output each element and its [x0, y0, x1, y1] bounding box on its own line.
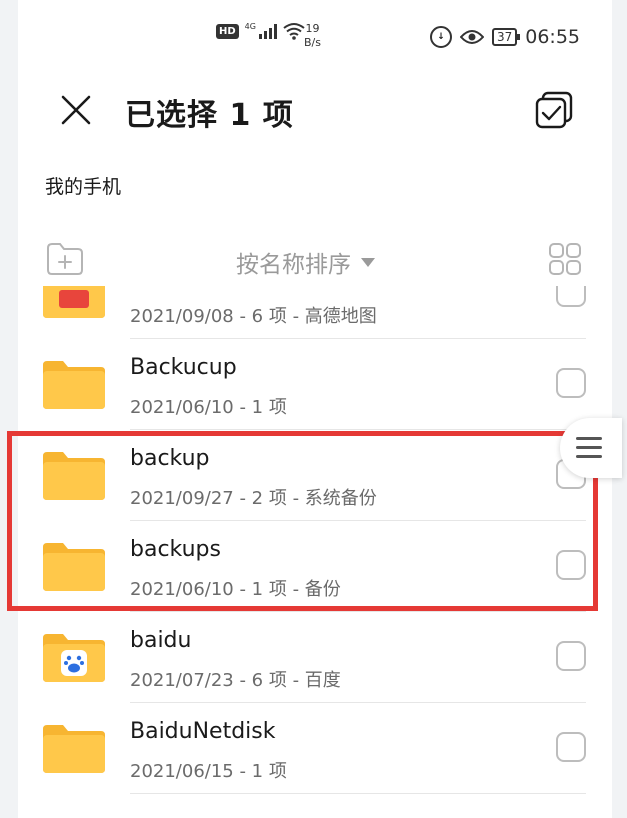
item-checkbox[interactable] — [556, 641, 586, 671]
file-meta: 2021/06/10 - 1 项 — [130, 397, 287, 418]
folder-icon — [43, 452, 105, 500]
speed-value: 19 — [305, 22, 320, 35]
list-item[interactable]: Backucup 2021/06/10 - 1 项 — [18, 339, 612, 430]
file-meta: 2021/06/10 - 1 项 - 备份 — [130, 579, 341, 600]
caret-down-icon — [361, 257, 375, 267]
list-item[interactable]: backups 2021/06/10 - 1 项 - 备份 — [18, 521, 612, 612]
amap-folder-icon — [43, 286, 105, 318]
battery-icon: 37 — [491, 28, 521, 46]
network-type: 4G — [244, 21, 256, 31]
list-item[interactable]: backup 2021/09/27 - 2 项 - 系统备份 — [18, 430, 612, 521]
speed-unit: B/s — [304, 36, 321, 49]
select-all-icon[interactable] — [534, 90, 574, 130]
folder-icon — [43, 543, 105, 591]
file-name: backup — [130, 446, 210, 471]
folder-icon — [43, 361, 105, 409]
list-item[interactable]: 2021/09/08 - 6 项 - 高德地图 — [18, 286, 612, 339]
sort-label: 按名称排序 — [236, 252, 351, 278]
grid-view-icon[interactable] — [548, 242, 582, 276]
selection-header: 已选择 1 项 — [18, 80, 612, 140]
item-checkbox[interactable] — [556, 286, 586, 307]
close-icon[interactable] — [58, 92, 94, 128]
page-title: 已选择 1 项 — [125, 98, 294, 133]
file-name: backups — [130, 537, 221, 562]
folder-icon — [43, 725, 105, 773]
menu-icon — [576, 437, 602, 464]
clock: 06:55 — [525, 26, 580, 48]
list-toolbar: 按名称排序 — [18, 236, 612, 286]
divider — [130, 793, 586, 794]
file-meta: 2021/09/27 - 2 项 - 系统备份 — [130, 488, 377, 509]
file-meta: 2021/07/23 - 6 项 - 百度 — [130, 670, 341, 691]
file-meta: 2021/06/15 - 1 项 — [130, 761, 287, 782]
wifi-icon — [283, 23, 305, 40]
baidu-folder-icon — [43, 634, 105, 682]
file-list: 2021/09/08 - 6 项 - 高德地图 Backucup 2021/06… — [18, 286, 612, 818]
status-right: ↓ 37 06:55 — [429, 26, 580, 48]
network-indicators: HD 4G — [216, 22, 305, 40]
list-item[interactable]: baidu 2021/07/23 - 6 项 - 百度 — [18, 612, 612, 703]
new-folder-icon[interactable] — [46, 242, 84, 276]
status-bar: HD 4G 19 B/s ↓ 37 06:55 — [18, 0, 612, 72]
item-checkbox[interactable] — [556, 732, 586, 762]
sort-button[interactable]: 按名称排序 — [236, 245, 375, 279]
floating-menu-button[interactable] — [560, 418, 622, 478]
eye-icon — [459, 30, 484, 44]
file-meta: 2021/09/08 - 6 项 - 高德地图 — [130, 306, 377, 327]
file-name: BaiduNetdisk — [130, 719, 276, 744]
file-name: baidu — [130, 628, 192, 653]
item-checkbox[interactable] — [556, 550, 586, 580]
data-saver-icon: ↓ — [429, 26, 452, 48]
breadcrumb[interactable]: 我的手机 — [45, 172, 121, 199]
list-item[interactable]: BaiduNetdisk 2021/06/15 - 1 项 — [18, 703, 612, 794]
file-name: Backucup — [130, 355, 237, 380]
signal-icon — [258, 23, 277, 39]
network-speed: 19 B/s — [304, 22, 321, 50]
item-checkbox[interactable] — [556, 368, 586, 398]
file-manager-screen: HD 4G 19 B/s ↓ 37 06:55 已选择 1 项 我的手机 按名称… — [18, 0, 612, 818]
hd-badge: HD — [216, 23, 239, 39]
